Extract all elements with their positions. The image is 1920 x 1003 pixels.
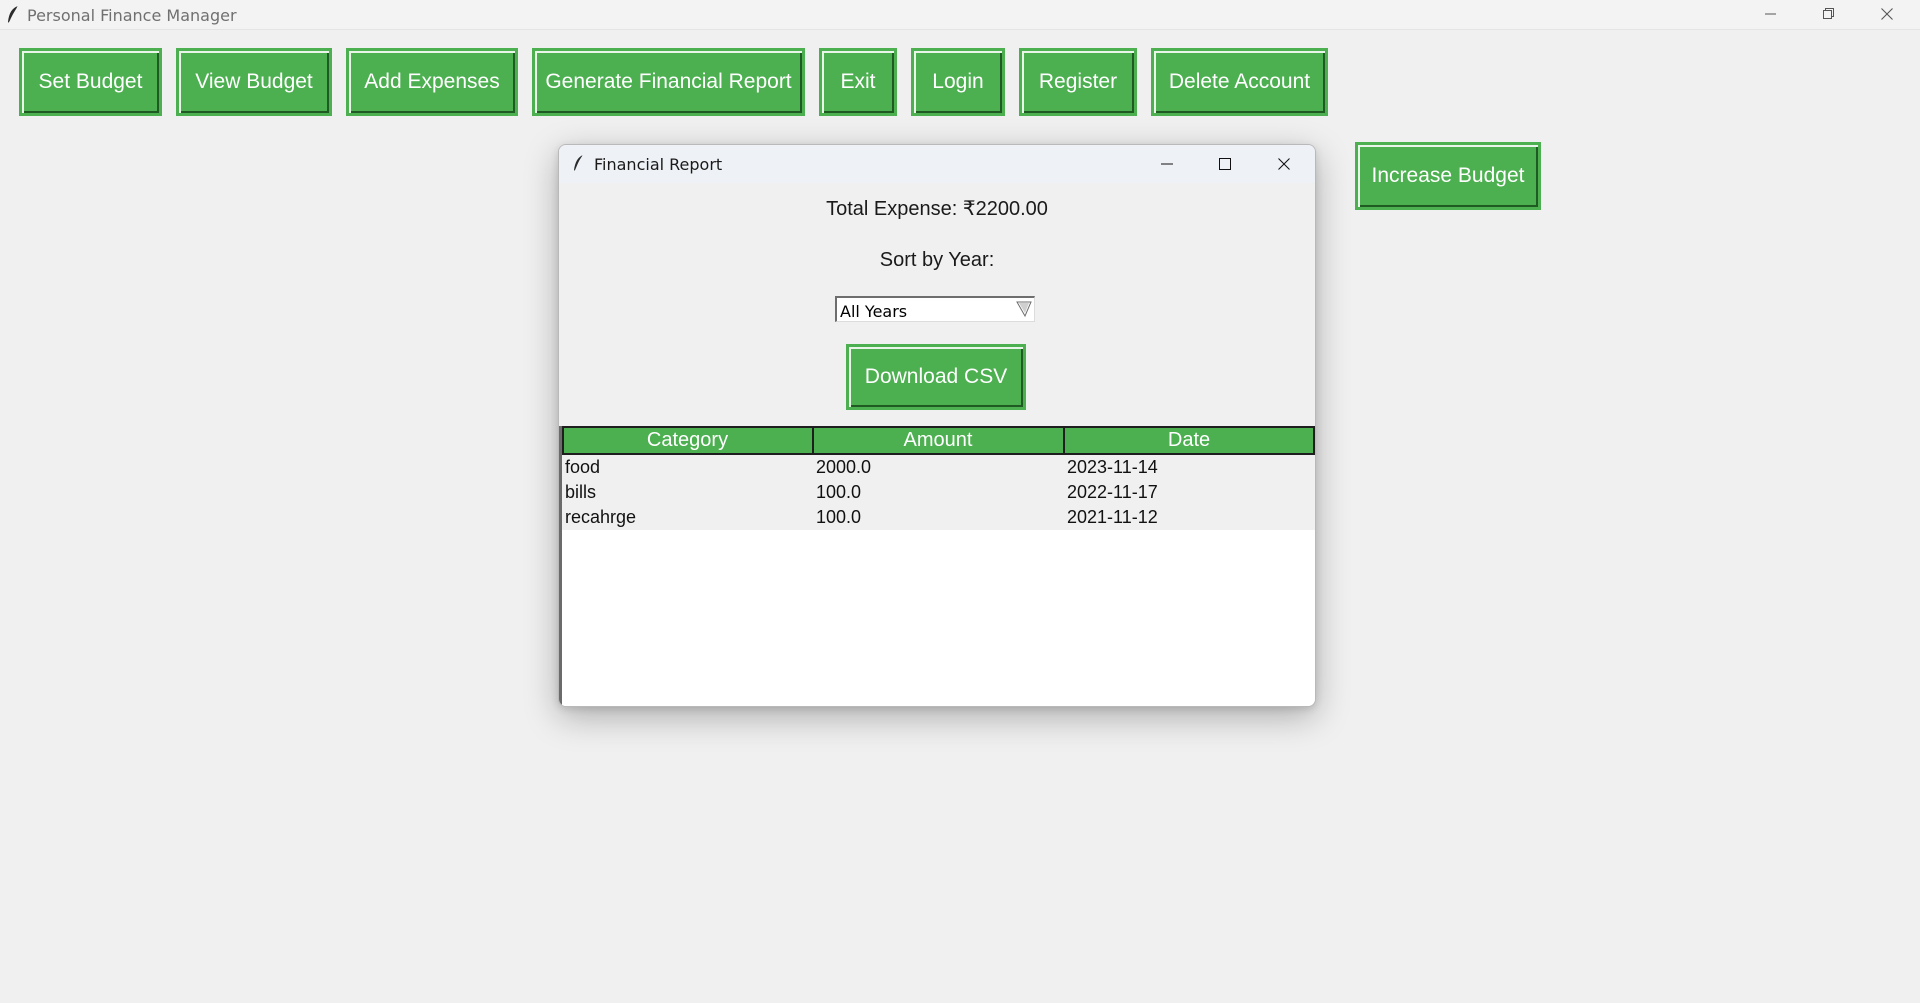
download-csv-button[interactable]: Download CSV [846, 344, 1026, 410]
table-row[interactable]: recahrge 100.0 2021-11-12 [562, 505, 1315, 530]
delete-account-button[interactable]: Delete Account [1151, 48, 1328, 116]
increase-budget-button[interactable]: Increase Budget [1355, 142, 1541, 210]
table-header: Category Amount Date [562, 426, 1315, 455]
year-select[interactable]: All Years [835, 296, 1035, 322]
column-header-category[interactable]: Category [564, 428, 811, 453]
exit-button[interactable]: Exit [819, 48, 897, 116]
add-expenses-button[interactable]: Add Expenses [346, 48, 518, 116]
window-title: Personal Finance Manager [27, 6, 237, 25]
year-select-value: All Years [840, 302, 908, 321]
cell-amount: 100.0 [816, 507, 862, 527]
title-bar: Personal Finance Manager [0, 0, 1920, 30]
cell-date: 2022-11-17 [1067, 482, 1158, 502]
feather-icon [574, 154, 584, 172]
app-window: Personal Finance Manager Set Budget View… [0, 0, 1920, 1003]
sort-by-year-label: Sort by Year: [879, 249, 995, 271]
close-icon [1278, 158, 1290, 170]
expense-table[interactable]: Category Amount Date food 2000.0 2023-11… [559, 426, 1315, 706]
report-maximize-button[interactable] [1197, 145, 1253, 183]
table-row[interactable]: food 2000.0 2023-11-14 [562, 455, 1315, 480]
financial-report-window: Financial Report Total Expense: ₹2200.00… [558, 144, 1316, 707]
minimize-icon [1161, 163, 1173, 165]
cell-category: food [565, 457, 601, 477]
login-button[interactable]: Login [911, 48, 1005, 116]
generate-report-button[interactable]: Generate Financial Report [532, 48, 805, 116]
restore-icon [1823, 8, 1834, 19]
dropdown-arrow-icon [1016, 301, 1032, 318]
table-row[interactable]: bills 100.0 2022-11-17 [562, 480, 1315, 505]
cell-date: 2021-11-12 [1067, 507, 1158, 527]
cell-amount: 2000.0 [816, 457, 872, 477]
cell-category: bills [565, 482, 597, 502]
register-button[interactable]: Register [1019, 48, 1137, 116]
close-button[interactable] [1864, 0, 1910, 29]
minimize-button[interactable] [1748, 0, 1794, 29]
report-title-bar: Financial Report [559, 145, 1315, 183]
report-close-button[interactable] [1256, 145, 1312, 183]
set-budget-button[interactable]: Set Budget [19, 48, 162, 116]
minimize-icon [1765, 13, 1776, 15]
report-minimize-button[interactable] [1139, 145, 1195, 183]
total-expense-label: Total Expense: ₹2200.00 [826, 198, 1048, 220]
column-header-amount[interactable]: Amount [814, 428, 1062, 453]
cell-category: recahrge [565, 507, 637, 527]
maximize-icon [1219, 158, 1231, 170]
cell-amount: 100.0 [816, 482, 862, 502]
view-budget-button[interactable]: View Budget [176, 48, 332, 116]
feather-icon [8, 5, 19, 24]
column-header-date[interactable]: Date [1065, 428, 1313, 453]
cell-date: 2023-11-14 [1067, 457, 1158, 477]
restore-button[interactable] [1806, 0, 1852, 29]
report-title: Financial Report [594, 155, 723, 174]
close-icon [1881, 8, 1893, 20]
